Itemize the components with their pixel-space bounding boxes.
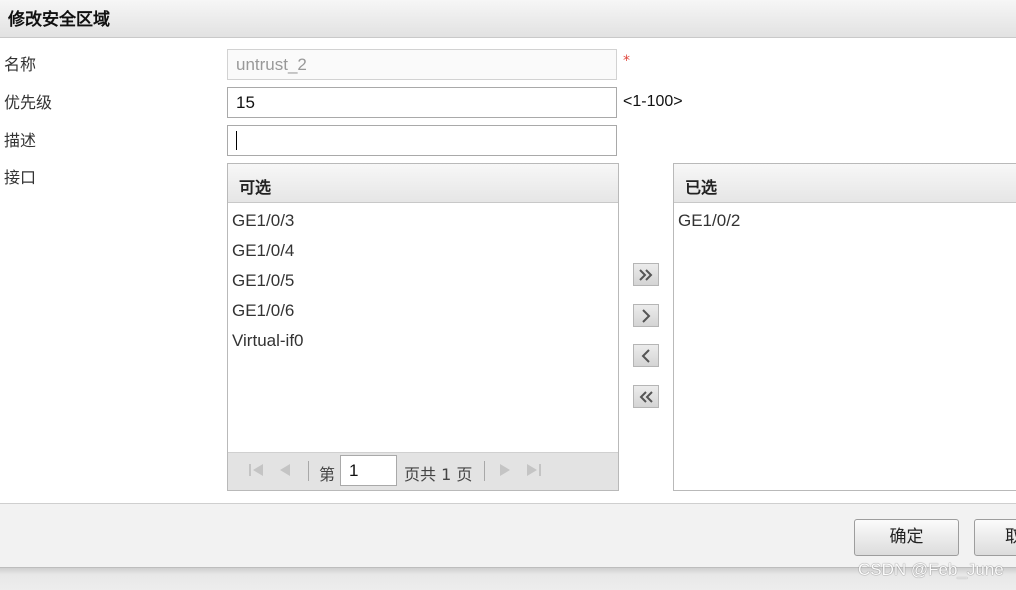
pager-divider <box>308 461 309 481</box>
description-label: 描述 <box>4 131 37 150</box>
list-item[interactable]: GE1/0/2 <box>674 206 1016 236</box>
chevron-right-icon <box>642 308 651 323</box>
next-page-icon[interactable] <box>498 462 512 483</box>
priority-field[interactable]: 15 <box>227 87 617 118</box>
first-page-icon[interactable] <box>248 462 266 483</box>
name-label: 名称 <box>4 55 37 74</box>
prev-page-icon[interactable] <box>278 462 292 483</box>
available-list: GE1/0/3 GE1/0/4 GE1/0/5 GE1/0/6 Virtual-… <box>228 203 618 356</box>
text-caret <box>236 131 237 151</box>
remove-all-button[interactable] <box>633 385 659 408</box>
interface-label: 接口 <box>4 168 37 187</box>
last-page-icon[interactable] <box>524 462 542 483</box>
selected-list-panel: 已选 GE1/0/2 <box>673 163 1016 491</box>
page-prefix: 第 <box>319 465 336 484</box>
pagination-bar: 第 1 页共 1 页 <box>228 452 618 490</box>
required-mark: * <box>623 53 630 69</box>
add-all-button[interactable] <box>633 263 659 286</box>
cancel-button[interactable]: 取 <box>974 519 1016 556</box>
dialog-title: 修改安全区域 <box>8 10 110 30</box>
available-list-panel: 可选 GE1/0/3 GE1/0/4 GE1/0/5 GE1/0/6 Virtu… <box>227 163 619 491</box>
ok-button[interactable]: 确定 <box>854 519 959 556</box>
selected-list: GE1/0/2 <box>674 203 1016 236</box>
list-item[interactable]: Virtual-if0 <box>228 326 618 356</box>
watermark: CSDN @Feb_June <box>858 560 1004 579</box>
description-field[interactable] <box>227 125 617 156</box>
remove-button[interactable] <box>633 344 659 367</box>
available-list-header: 可选 <box>228 164 618 203</box>
list-item[interactable]: GE1/0/4 <box>228 236 618 266</box>
double-chevron-right-icon <box>639 268 653 281</box>
list-item[interactable]: GE1/0/5 <box>228 266 618 296</box>
chevron-left-icon <box>641 348 650 363</box>
add-button[interactable] <box>633 304 659 327</box>
pager-divider <box>484 461 485 481</box>
selected-list-header: 已选 <box>674 164 1016 203</box>
page-number-input[interactable]: 1 <box>340 455 397 486</box>
list-item[interactable]: GE1/0/3 <box>228 206 618 236</box>
double-chevron-left-icon <box>639 390 653 403</box>
name-field[interactable]: untrust_2 <box>227 49 617 80</box>
priority-label: 优先级 <box>4 93 53 112</box>
dialog-title-bar: 修改安全区域 <box>0 0 1016 38</box>
priority-range-hint: <1-100> <box>623 93 683 110</box>
dialog-footer: 确定 取 <box>0 503 1016 568</box>
list-item[interactable]: GE1/0/6 <box>228 296 618 326</box>
page-total-text: 页共 1 页 <box>404 465 473 484</box>
